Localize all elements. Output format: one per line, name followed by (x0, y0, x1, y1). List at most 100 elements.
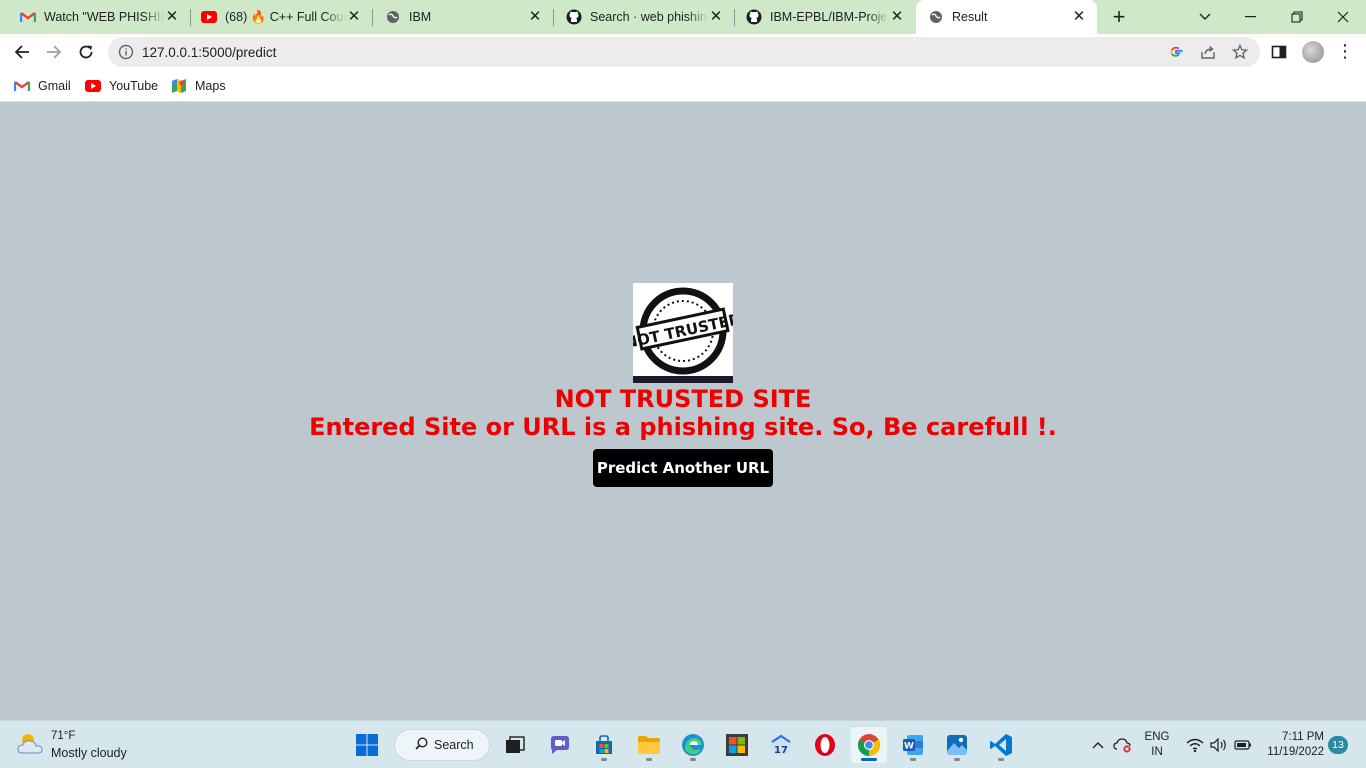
chrome-icon (858, 734, 880, 756)
word-icon: W (903, 735, 923, 755)
edge-icon (682, 734, 704, 756)
close-icon[interactable]: ✕ (527, 9, 543, 25)
teams-chat-button[interactable] (542, 727, 578, 763)
tab-github-project[interactable]: IBM-EPBL/IBM-Project ✕ (735, 0, 915, 34)
photos-button[interactable] (939, 727, 975, 763)
tab-title: Watch "WEB PHISHING (44, 10, 164, 24)
info-icon[interactable] (118, 44, 134, 60)
arrow-right-icon (47, 45, 62, 59)
globe-icon (385, 9, 401, 25)
reload-icon (79, 45, 93, 59)
tab-gmail-watch[interactable]: Watch "WEB PHISHING ✕ (0, 0, 190, 34)
close-icon[interactable]: ✕ (346, 9, 362, 25)
opera-icon (815, 734, 835, 756)
microsoft-store-button[interactable] (719, 727, 755, 763)
tab-title: (68) 🔥 C++ Full Course (225, 9, 346, 24)
not-trusted-stamp-image: NOT TRUSTED (623, 283, 743, 383)
tab-strip: Watch "WEB PHISHING ✕ (68) 🔥 C++ Full Co… (0, 0, 1366, 34)
page-content: NOT TRUSTED NOT TRUSTED SITE Entered Sit… (0, 102, 1366, 720)
tab-title: Result (952, 10, 988, 24)
notification-count-badge[interactable]: 13 (1328, 736, 1348, 754)
predict-another-url-button[interactable]: Predict Another URL (593, 449, 773, 487)
chrome-button[interactable] (851, 727, 887, 763)
minimize-icon (1245, 16, 1256, 18)
close-icon[interactable]: ✕ (164, 9, 180, 25)
calendar-icon: 17 (770, 734, 792, 756)
chevron-down-icon (1199, 13, 1211, 20)
tab-search-button[interactable] (1182, 0, 1228, 34)
taskbar-search[interactable]: Search (394, 729, 490, 761)
input-language-indicator[interactable]: ENG IN (1144, 730, 1170, 760)
forward-button[interactable] (39, 37, 69, 67)
windows-icon (356, 734, 378, 756)
vscode-button[interactable] (983, 727, 1019, 763)
github-icon (746, 9, 762, 25)
edge-button[interactable] (675, 727, 711, 763)
weather-cloudy-icon[interactable] (16, 731, 46, 757)
tab-title: IBM (409, 10, 432, 24)
restore-icon (1291, 11, 1303, 23)
store-button[interactable] (586, 727, 622, 763)
teams-chat-icon (551, 736, 569, 754)
bookmark-youtube[interactable]: YouTube (85, 76, 158, 96)
opera-button[interactable] (807, 727, 843, 763)
tab-ibm[interactable]: IBM ✕ (373, 0, 553, 34)
svg-text:17: 17 (774, 745, 788, 756)
restore-button[interactable] (1274, 0, 1320, 34)
calendar-app-button[interactable]: 17 (763, 727, 799, 763)
windows-taskbar: 71°F Mostly cloudy Search 17 W ENG IN 7:… (0, 720, 1366, 768)
bookmark-maps[interactable]: Maps (171, 76, 226, 96)
tab-result[interactable]: Result ✕ (916, 0, 1097, 34)
gmail-icon (14, 78, 30, 94)
tab-github-search[interactable]: Search · web phishing ✕ (554, 0, 734, 34)
tab-title: Search · web phishing (590, 10, 708, 24)
show-hidden-icons-button[interactable] (1090, 733, 1106, 757)
youtube-icon (201, 9, 217, 25)
back-button[interactable] (7, 37, 37, 67)
search-label: Search (434, 738, 474, 752)
search-icon (415, 737, 428, 753)
svg-text:W: W (904, 742, 914, 752)
vscode-icon (990, 734, 1012, 756)
close-icon[interactable]: ✕ (889, 9, 905, 25)
bookmark-label: YouTube (109, 79, 159, 93)
github-icon (566, 9, 582, 25)
word-button[interactable]: W (895, 727, 931, 763)
photos-icon (947, 735, 967, 755)
menu-icon[interactable]: ⋮ (1336, 42, 1354, 62)
wifi-icon[interactable] (1185, 733, 1205, 757)
system-clock[interactable]: 7:11 PM 11/19/2022 (1262, 730, 1324, 760)
tab-youtube[interactable]: (68) 🔥 C++ Full Course ✕ (191, 0, 372, 34)
star-icon[interactable] (1232, 44, 1248, 60)
minimize-button[interactable] (1228, 0, 1274, 34)
address-bar[interactable]: 127.0.0.1:5000/predict (108, 37, 1260, 67)
google-icon[interactable] (1168, 44, 1184, 60)
volume-icon[interactable] (1209, 733, 1229, 757)
maps-icon (171, 78, 187, 94)
bookmark-gmail[interactable]: Gmail (14, 76, 71, 96)
share-icon[interactable] (1200, 44, 1216, 60)
task-view-button[interactable] (497, 727, 533, 763)
task-view-icon (506, 736, 525, 753)
side-panel-icon[interactable] (1270, 43, 1288, 61)
weather-condition[interactable]: Mostly cloudy (51, 746, 127, 760)
url-text[interactable]: 127.0.0.1:5000/predict (142, 45, 276, 60)
onedrive-error-icon[interactable] (1112, 733, 1134, 757)
close-icon[interactable]: ✕ (708, 9, 724, 25)
start-button[interactable] (349, 727, 385, 763)
result-heading: NOT TRUSTED SITE (554, 385, 812, 413)
bookmark-label: Gmail (38, 79, 71, 93)
language-code: ENG (1144, 731, 1170, 743)
weather-temperature[interactable]: 71°F (51, 730, 75, 742)
close-icon (1337, 11, 1349, 23)
close-window-button[interactable] (1320, 0, 1366, 34)
folder-icon (638, 736, 660, 754)
battery-icon[interactable] (1233, 733, 1253, 757)
new-tab-button[interactable]: + (1108, 6, 1130, 28)
file-explorer-button[interactable] (631, 727, 667, 763)
bookmark-label: Maps (195, 79, 226, 93)
store-icon (596, 735, 612, 754)
reload-button[interactable] (71, 37, 101, 67)
close-icon[interactable]: ✕ (1071, 9, 1087, 25)
profile-avatar[interactable] (1302, 41, 1324, 63)
